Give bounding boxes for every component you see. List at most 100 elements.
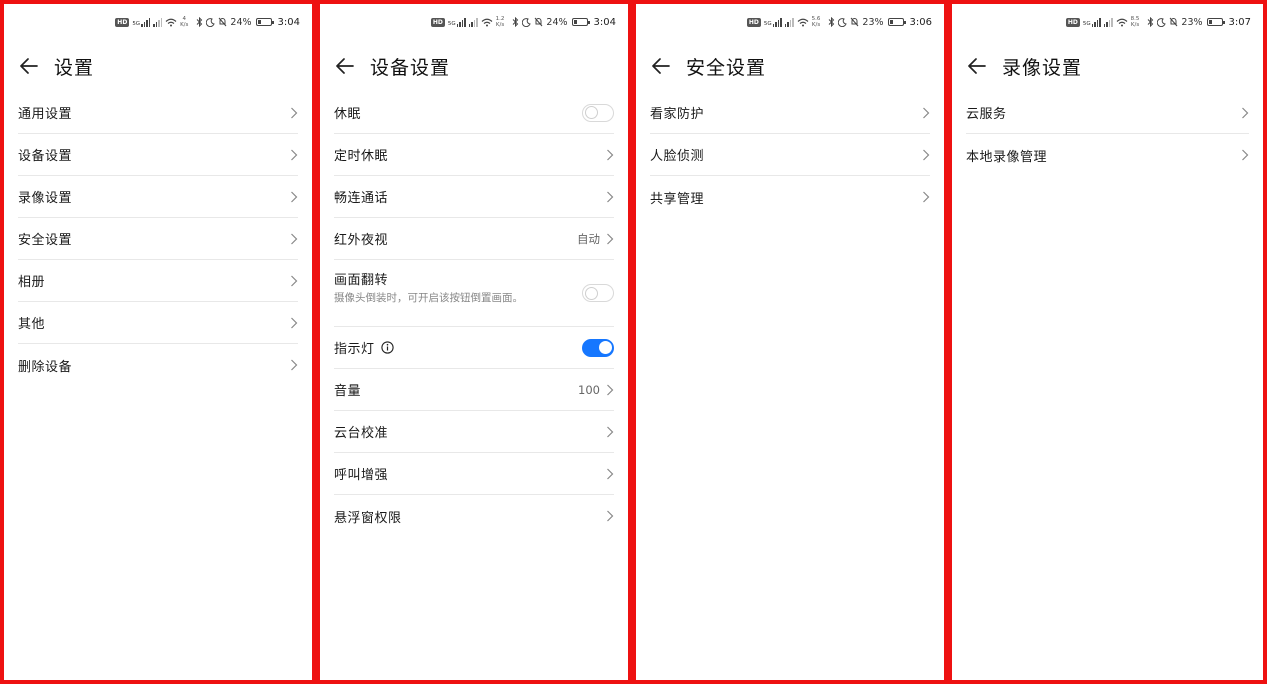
mute-bell-icon xyxy=(1170,17,1178,27)
list-item-other[interactable]: 其他 xyxy=(18,302,298,344)
chevron-right-icon xyxy=(607,149,614,160)
list-item-general[interactable]: 通用设置 xyxy=(18,92,298,134)
hd-icon: HD xyxy=(746,17,761,27)
moon-icon xyxy=(206,17,216,27)
arrow-left-icon[interactable] xyxy=(966,55,988,77)
signal-icon xyxy=(1103,17,1113,27)
wifi-icon xyxy=(165,18,177,26)
network-icons: HD 5G 4 K/s xyxy=(115,16,188,28)
app-header: 设备设置 xyxy=(320,40,628,92)
indicator-light-toggle[interactable] xyxy=(582,338,614,357)
battery-percent: 23% xyxy=(1181,16,1203,28)
list-item-delete-device[interactable]: 删除设备 xyxy=(18,344,298,386)
list-item-volume[interactable]: 音量 100 xyxy=(334,369,614,411)
mute-bell-icon xyxy=(219,17,227,27)
wifi-icon xyxy=(797,18,809,26)
net-speed: 5.6 K/s xyxy=(811,16,821,28)
battery-icon xyxy=(571,18,590,26)
list-item-recording[interactable]: 录像设置 xyxy=(18,176,298,218)
net-speed: 4 K/s xyxy=(180,16,189,28)
clock: 3:06 xyxy=(909,16,932,28)
signal-icon xyxy=(468,17,478,27)
list-item-ptz-calibration[interactable]: 云台校准 xyxy=(334,411,614,453)
bluetooth-icon xyxy=(1148,17,1154,27)
network-icons: HD 5G 8.5 K/s xyxy=(1065,16,1140,28)
chevron-right-icon xyxy=(291,359,298,371)
battery-icon xyxy=(1206,18,1225,26)
chevron-right-icon xyxy=(291,191,298,202)
chevron-right-icon xyxy=(291,317,298,328)
hd-icon: HD xyxy=(115,17,130,27)
app-header: 安全设置 xyxy=(636,40,944,92)
sleep-toggle[interactable] xyxy=(582,103,614,122)
signal-5g-icon: 5G xyxy=(132,17,151,27)
info-circle-icon[interactable] xyxy=(380,341,394,354)
net-speed: 1.2 K/s xyxy=(495,16,505,28)
chevron-right-icon xyxy=(923,149,930,160)
battery-percent: 24% xyxy=(546,16,568,28)
moon-icon xyxy=(522,17,532,27)
bluetooth-icon xyxy=(197,17,203,27)
wifi-icon xyxy=(1116,18,1128,26)
list-item-cloud-service[interactable]: 云服务 xyxy=(966,92,1249,134)
recording-settings-list: 云服务 本地录像管理 xyxy=(952,92,1263,176)
list-item-scheduled-sleep[interactable]: 定时休眠 xyxy=(334,134,614,176)
signal-icon xyxy=(784,17,794,27)
signal-5g-icon: 5G xyxy=(448,17,466,27)
list-item-local-recording[interactable]: 本地录像管理 xyxy=(966,134,1249,176)
list-item-security[interactable]: 安全设置 xyxy=(18,218,298,260)
image-flip-description: 摄像头倒装时，可开启该按钮倒置画面。 xyxy=(334,292,523,304)
moon-icon xyxy=(1157,17,1167,27)
page-title: 安全设置 xyxy=(686,56,767,79)
wifi-icon xyxy=(481,18,493,26)
chevron-right-icon xyxy=(1242,107,1249,118)
bluetooth-icon xyxy=(829,17,835,27)
app-header: 录像设置 xyxy=(952,40,1263,92)
arrow-left-icon[interactable] xyxy=(334,55,356,77)
night-vision-value: 自动 xyxy=(577,231,600,246)
network-icons: HD 5G 1.2 K/s xyxy=(430,16,505,28)
list-item-home-guard[interactable]: 看家防护 xyxy=(650,92,930,134)
mute-bell-icon xyxy=(535,17,543,27)
net-speed: 8.5 K/s xyxy=(1130,16,1140,28)
security-settings-list: 看家防护 人脸侦测 共享管理 xyxy=(636,92,944,218)
list-item-share-management[interactable]: 共享管理 xyxy=(650,176,930,218)
chevron-right-icon xyxy=(1242,149,1249,161)
chevron-right-icon xyxy=(291,107,298,118)
list-item-floating-window[interactable]: 悬浮窗权限 xyxy=(334,495,614,537)
chevron-right-icon xyxy=(607,233,614,244)
list-item-smooth-call[interactable]: 畅连通话 xyxy=(334,176,614,218)
signal-5g-icon: 5G xyxy=(1083,17,1101,27)
chevron-right-icon xyxy=(291,233,298,244)
status-bar: HD 5G 8.5 K/s 23% 3:07 xyxy=(952,4,1263,40)
chevron-right-icon xyxy=(607,468,614,479)
list-item-face-detection[interactable]: 人脸侦测 xyxy=(650,134,930,176)
network-icons: HD 5G 5.6 K/s xyxy=(746,16,821,28)
hd-icon: HD xyxy=(430,17,445,27)
clock: 3:04 xyxy=(277,16,300,28)
battery-percent: 23% xyxy=(862,16,884,28)
arrow-left-icon[interactable] xyxy=(650,55,672,77)
list-item-sleep: 休眠 xyxy=(334,92,614,134)
list-item-indicator-light: 指示灯 xyxy=(334,327,614,369)
image-flip-toggle[interactable] xyxy=(582,284,614,302)
clock: 3:04 xyxy=(593,16,616,28)
list-item-night-vision[interactable]: 红外夜视 自动 xyxy=(334,218,614,260)
settings-list: 通用设置 设备设置 录像设置 安全设置 相册 其他 删除设备 xyxy=(4,92,312,386)
chevron-right-icon xyxy=(607,191,614,202)
app-header: 设置 xyxy=(4,40,312,92)
list-item-album[interactable]: 相册 xyxy=(18,260,298,302)
chevron-right-icon xyxy=(607,426,614,437)
chevron-right-icon xyxy=(923,191,930,203)
battery-icon xyxy=(887,18,906,26)
chevron-right-icon xyxy=(923,107,930,118)
list-item-image-flip: 画面翻转 摄像头倒装时，可开启该按钮倒置画面。 xyxy=(334,260,614,327)
arrow-left-icon[interactable] xyxy=(18,55,40,77)
status-bar: HD 5G 4 K/s 24% 3:04 xyxy=(4,4,312,40)
battery-percent: 24% xyxy=(230,16,252,28)
status-bar: HD 5G 5.6 K/s 23% 3:06 xyxy=(636,4,944,40)
list-item-call-boost[interactable]: 呼叫增强 xyxy=(334,453,614,495)
list-item-device[interactable]: 设备设置 xyxy=(18,134,298,176)
page-title: 设备设置 xyxy=(370,56,451,79)
chevron-right-icon xyxy=(291,275,298,286)
